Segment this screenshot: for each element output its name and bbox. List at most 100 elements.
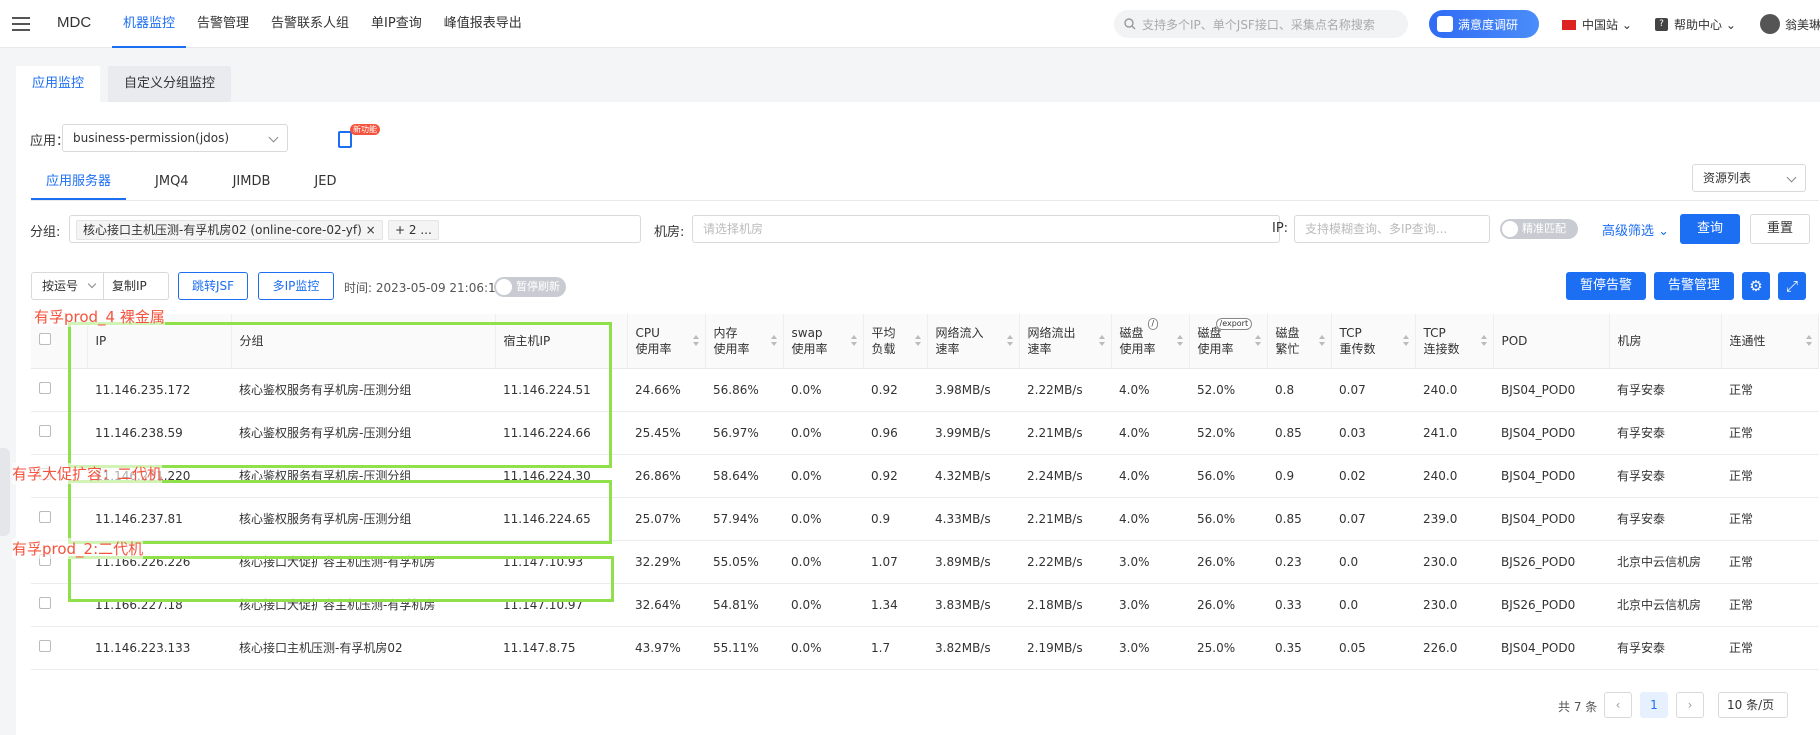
page-number-current[interactable]: 1 [1640,692,1668,718]
advanced-filter-link[interactable]: 高级筛选 ⌄ [1602,220,1669,239]
help-center[interactable]: ? 帮助中心 ⌄ [1655,16,1736,33]
sort-icon[interactable] [850,335,857,347]
sort-icon[interactable] [1806,335,1812,347]
cell-disk-export: 26.0% [1189,583,1267,627]
page-size-select[interactable]: 10 条/页 [1718,692,1788,718]
pause-refresh-label: 暂停刷新 [516,280,560,293]
tab-custom-group-monitor[interactable]: 自定义分组监控 [108,66,232,102]
col-header-net-in[interactable]: 网络流入 速率 [927,314,1020,369]
checkbox[interactable] [39,382,51,394]
col-header-load[interactable]: 平均 负载 [863,314,928,369]
sort-icon[interactable] [1176,335,1183,347]
survey-button[interactable]: 满意度调研 [1429,10,1539,38]
nav-single-ip[interactable]: 单IP查询 [360,0,433,48]
col-header-disk-busy[interactable]: 磁盘 繁忙 [1267,314,1332,369]
col-header-connectivity[interactable]: 连通性 [1721,314,1819,369]
cell-disk-export: 52.0% [1189,411,1267,455]
checkbox[interactable] [39,597,51,609]
cell-net-in: 3.99MB/s [927,411,1019,455]
copy-ip-button[interactable]: 复制IP [104,273,147,299]
jump-jsf-button[interactable]: 跳转JSF [178,272,248,300]
disk-root-badge: / [1147,318,1159,330]
cell-load: 0.92 [863,454,927,498]
sort-icon[interactable] [1318,335,1325,347]
pause-refresh-toggle[interactable]: 暂停刷新 [494,277,566,297]
checkbox[interactable] [39,425,51,437]
collapse-sidebar-handle[interactable] [0,448,10,536]
checkbox[interactable] [39,640,51,652]
cell-connectivity: 正常 [1721,540,1819,584]
nav-peak-report[interactable]: 峰值报表导出 [433,0,533,48]
sort-icon[interactable] [770,335,777,347]
sort-icon[interactable] [1254,335,1261,347]
tab-app-monitor[interactable]: 应用监控 [16,66,101,102]
tab-app-servers[interactable]: 应用服务器 [31,164,127,200]
cell-host-ip: 11.147.8.75 [495,626,627,670]
sort-icon[interactable] [1098,335,1105,347]
cell-net-out: 2.18MB/s [1019,583,1111,627]
survey-label: 满意度调研 [1458,17,1519,32]
cell-load: 0.92 [863,368,927,412]
reset-button[interactable]: 重置 [1750,214,1810,244]
room-select[interactable]: 请选择机房 [692,215,1280,243]
col-header-disk-root[interactable]: / 磁盘 使用率 [1111,314,1190,369]
close-icon[interactable]: × [366,223,376,237]
region-label: 中国站 [1582,18,1619,32]
fullscreen-icon[interactable]: ⤢ [1778,272,1806,300]
col-header-cpu[interactable]: CPU 使用率 [627,314,706,369]
sort-icon[interactable] [1480,335,1487,347]
group-select[interactable]: 核心接口主机压测-有孚机房02 (online-core-02-yf) × + … [69,215,641,243]
exact-match-toggle[interactable]: 精准匹配 [1500,219,1578,239]
tab-jmq4[interactable]: JMQ4 [140,164,204,200]
multi-ip-monitor-button[interactable]: 多IP监控 [258,272,334,300]
col-header-net-out[interactable]: 网络流出 速率 [1019,314,1112,369]
query-button[interactable]: 查询 [1680,214,1740,244]
sort-icon[interactable] [914,335,921,347]
col-header-disk-export[interactable]: /export 磁盘 使用率 [1189,314,1268,369]
document-icon [338,131,352,148]
sort-dropdown[interactable]: 按运号 [32,273,104,299]
sort-icon[interactable] [1006,335,1013,347]
ip-search-input[interactable]: 支持模糊查询、多IP查询... [1294,215,1490,243]
global-search-input[interactable]: 支持多个IP、单个JSF接口、采集点名称搜索 [1114,10,1408,38]
table-row: 11.146.223.133 核心接口主机压测-有孚机房02 11.147.8.75… [31,626,1819,670]
nav-machine-monitor[interactable]: 机器监控 [112,0,187,48]
cell-tcp-conn: 240.0 [1415,368,1493,412]
annotation-label-promo: 有孚大促扩容：二代机 [12,463,163,484]
col-header-memory[interactable]: 内存 使用率 [705,314,784,369]
group-tag[interactable]: 核心接口主机压测-有孚机房02 (online-core-02-yf) × [76,220,383,240]
cell-net-in: 3.82MB/s [927,626,1019,670]
user-menu[interactable]: 翁美琳 [1760,14,1820,34]
cell-disk-root: 3.0% [1111,626,1189,670]
menu-icon[interactable] [12,17,30,31]
cell-load: 0.96 [863,411,927,455]
col-header-swap[interactable]: swap 使用率 [783,314,864,369]
pause-alarm-button[interactable]: 暂停告警 [1566,272,1646,300]
prev-page-button[interactable]: ‹ [1604,692,1632,718]
col-header-tcp-retrans[interactable]: TCP 重传数 [1331,314,1416,369]
cell-ip[interactable]: 11.146.223.133 [87,626,231,670]
nav-alarm-mgmt[interactable]: 告警管理 [186,0,260,48]
col-header-tcp-conn[interactable]: TCP 连接数 [1415,314,1494,369]
gear-icon[interactable]: ⚙ [1742,272,1770,300]
alarm-mgmt-button[interactable]: 告警管理 [1654,272,1734,300]
brand-logo[interactable]: MDC [57,14,91,31]
app-select[interactable]: business-permission(jdos) [62,124,288,152]
next-page-button[interactable]: › [1676,692,1704,718]
cell-disk-root: 4.0% [1111,411,1189,455]
sort-icon[interactable] [692,335,699,347]
sort-icon[interactable] [1402,335,1409,347]
tab-jed[interactable]: JED [299,164,351,200]
checkbox[interactable] [39,511,51,523]
region-select[interactable]: 中国站 ⌄ [1562,16,1632,33]
cell-net-in: 3.89MB/s [927,540,1019,584]
cell-room: 有孚安泰 [1609,626,1721,670]
checkbox[interactable] [39,332,51,345]
resource-list-select[interactable]: 资源列表 [1692,164,1806,192]
row-select-cell [31,626,87,670]
new-feature-button[interactable]: 新功能 [334,124,380,152]
toggle-knob [1502,221,1518,237]
nav-alarm-contacts[interactable]: 告警联系人组 [260,0,360,48]
group-more-tag[interactable]: + 2 ... [388,220,439,240]
tab-jimdb[interactable]: JIMDB [218,164,286,200]
